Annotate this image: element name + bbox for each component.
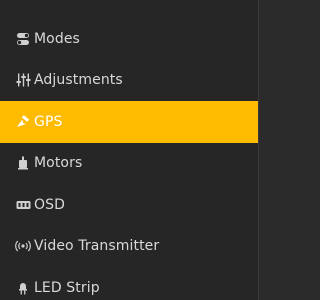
sidebar-item-label: Motors (34, 155, 83, 172)
sidebar-item-label: Adjustments (34, 72, 123, 89)
sidebar-item-led-strip[interactable]: LED Strip (0, 267, 258, 300)
sidebar-item-motors[interactable]: Motors (0, 143, 258, 185)
osd-icon (14, 196, 32, 214)
sidebar-item-label: Video Transmitter (34, 238, 160, 255)
sidebar-item-label: OSD (34, 196, 65, 213)
toggle-switch-icon (14, 30, 32, 48)
satellite-icon (14, 113, 32, 131)
sidebar-menu: Modes Adjustments GPS Motors OSD Video T… (0, 0, 258, 300)
sliders-icon (14, 71, 32, 89)
motor-icon (14, 154, 32, 172)
sidebar-item-gps[interactable]: GPS (0, 101, 258, 143)
sidebar-item-label: GPS (34, 113, 63, 130)
sidebar-item-label: Modes (34, 30, 80, 47)
led-icon (14, 279, 32, 297)
sidebar-item-modes[interactable]: Modes (0, 18, 258, 60)
sidebar-item-label: LED Strip (34, 279, 100, 296)
broadcast-icon (14, 237, 32, 255)
sidebar: Modes Adjustments GPS Motors OSD Video T… (0, 0, 259, 300)
sidebar-item-adjustments[interactable]: Adjustments (0, 60, 258, 102)
sidebar-item-osd[interactable]: OSD (0, 184, 258, 226)
sidebar-item-video-transmitter[interactable]: Video Transmitter (0, 226, 258, 268)
